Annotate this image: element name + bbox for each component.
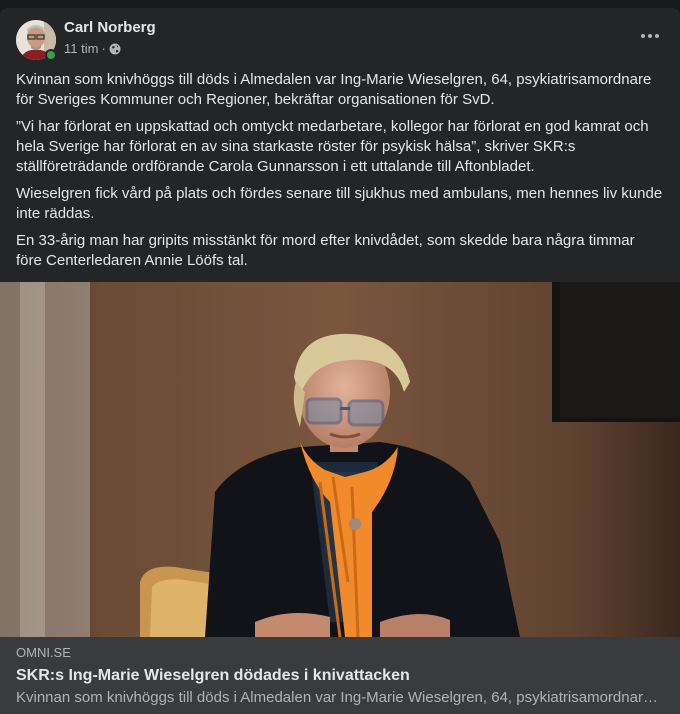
post-paragraph: ”Vi har förlorat en uppskattad och omtyc… <box>16 118 649 175</box>
link-preview[interactable]: OMNI.SE SKR:s Ing-Marie Wieselgren dödad… <box>0 637 680 714</box>
link-title[interactable]: SKR:s Ing-Marie Wieselgren dödades i kni… <box>16 665 664 687</box>
feed-post: Carl Norberg 11 tim · Kvinnan som knivhö… <box>0 8 680 714</box>
post-paragraph: Kvinnan som knivhöggs till döds i Almeda… <box>16 71 652 108</box>
link-domain: OMNI.SE <box>16 645 71 660</box>
post-paragraph: En 33-årig man har gripits misstänkt för… <box>16 232 635 269</box>
link-description: Kvinnan som knivhöggs till döds i Almeda… <box>16 689 664 706</box>
post-header: Carl Norberg 11 tim · <box>0 8 680 70</box>
more-horizontal-icon <box>648 34 652 38</box>
more-horizontal-icon <box>655 34 659 38</box>
more-options-button[interactable] <box>636 26 664 46</box>
post-paragraph: Wieselgren fick vård på plats och fördes… <box>16 185 663 222</box>
link-preview-image[interactable] <box>0 282 680 637</box>
online-status-dot <box>45 49 57 61</box>
post-body: Kvinnan som knivhöggs till döds i Almeda… <box>0 70 680 271</box>
post-meta: 11 tim · <box>64 41 121 56</box>
post-timestamp[interactable]: 11 tim <box>64 41 98 56</box>
meta-separator: · <box>101 41 106 56</box>
author-name[interactable]: Carl Norberg <box>64 19 156 36</box>
more-horizontal-icon <box>641 34 645 38</box>
globe-icon[interactable] <box>109 43 121 55</box>
